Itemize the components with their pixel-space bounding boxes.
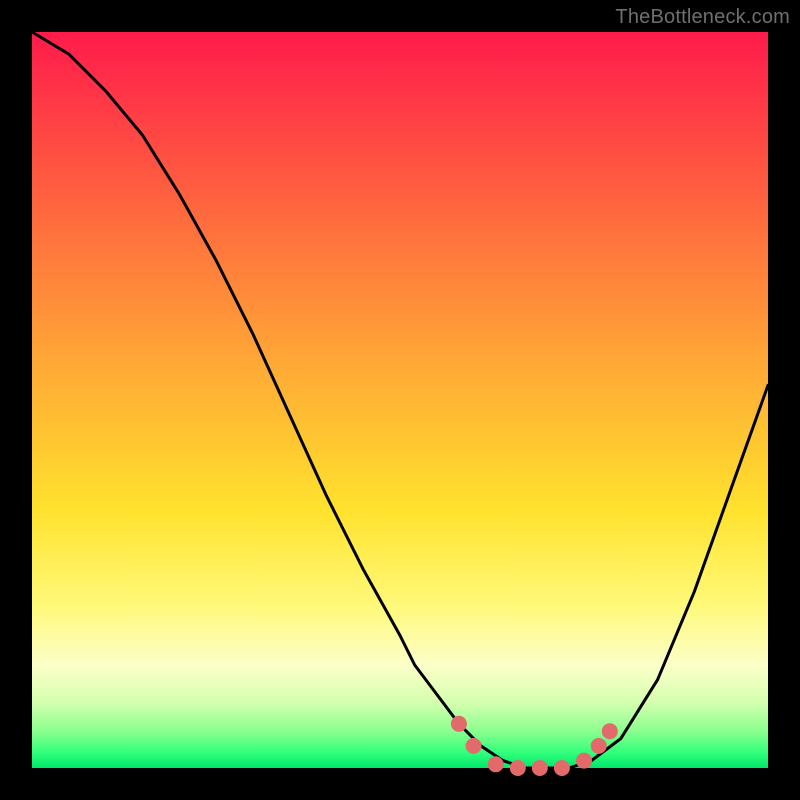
optimal-band-bottom-1	[488, 756, 504, 772]
watermark-text: TheBottleneck.com	[615, 6, 790, 29]
optimal-band-right-2	[591, 738, 607, 754]
optimal-band-right-1	[576, 753, 592, 769]
plot-area	[32, 32, 768, 768]
optimal-band-bottom-4	[554, 760, 570, 776]
optimal-band-bottom-2	[510, 760, 526, 776]
optimal-band-bottom-3	[532, 760, 548, 776]
optimal-band-left-2	[466, 738, 482, 754]
optimal-band-right-3	[602, 723, 618, 739]
bottleneck-curve	[32, 32, 768, 768]
chart-frame: TheBottleneck.com	[0, 0, 800, 800]
optimal-band-left-1	[451, 716, 467, 732]
optimal-band-markers	[451, 716, 618, 776]
bottleneck-curve-svg	[32, 32, 768, 768]
